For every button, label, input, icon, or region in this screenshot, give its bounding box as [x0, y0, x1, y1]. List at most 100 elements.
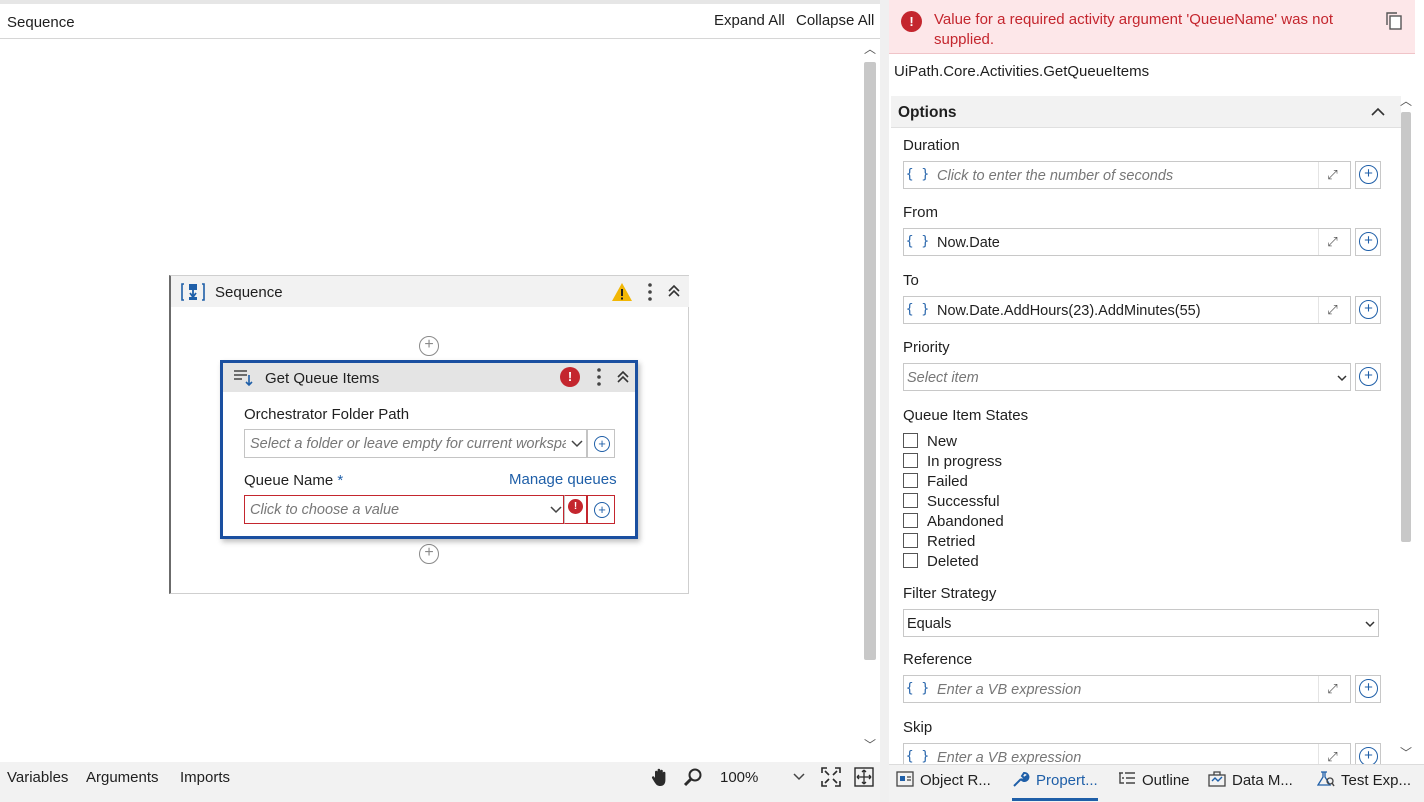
- properties-scrollbar[interactable]: ︿ ﹀: [1399, 92, 1413, 768]
- checkbox[interactable]: [903, 433, 918, 448]
- activity-title: Get Queue Items: [265, 370, 380, 387]
- reference-field[interactable]: { } Enter a VB expression ⤢: [903, 675, 1351, 703]
- checkbox[interactable]: [903, 513, 918, 528]
- breadcrumb[interactable]: Sequence: [7, 14, 75, 31]
- zoom-level[interactable]: 100%: [720, 769, 758, 786]
- options-section-header[interactable]: Options: [891, 96, 1401, 128]
- skip-placeholder: Enter a VB expression: [937, 750, 1082, 764]
- reference-placeholder: Enter a VB expression: [937, 682, 1082, 698]
- collapse-all-button[interactable]: Collapse All: [796, 12, 874, 29]
- collapse-icon[interactable]: [667, 284, 681, 298]
- queue-name-label: Queue Name *: [244, 472, 343, 489]
- skip-field[interactable]: { } Enter a VB expression ⤢: [903, 743, 1351, 764]
- tab-test-explorer[interactable]: Test Exp...: [1317, 771, 1411, 797]
- tab-object-repository[interactable]: Object R...: [896, 771, 991, 797]
- reference-add-button[interactable]: +: [1355, 675, 1381, 703]
- expand-all-button[interactable]: Expand All: [714, 12, 785, 29]
- collapse-icon[interactable]: [616, 370, 630, 384]
- arguments-tab[interactable]: Arguments: [86, 769, 159, 786]
- checkbox[interactable]: [903, 533, 918, 548]
- checkbox[interactable]: [903, 553, 918, 568]
- warning-icon[interactable]: [611, 282, 633, 302]
- from-add-button[interactable]: +: [1355, 228, 1381, 256]
- filter-strategy-select[interactable]: Equals: [903, 609, 1379, 637]
- checkbox[interactable]: [903, 453, 918, 468]
- add-activity-top-icon[interactable]: +: [419, 336, 439, 356]
- error-icon[interactable]: !: [568, 499, 583, 514]
- checkbox-label: Abandoned: [927, 513, 1004, 530]
- expand-editor-icon[interactable]: ⤢: [1318, 229, 1346, 255]
- skip-add-button[interactable]: +: [1355, 743, 1381, 764]
- data-manager-icon: [1208, 771, 1226, 787]
- designer-scrollbar[interactable]: ︿ ﹀: [862, 40, 878, 756]
- to-add-button[interactable]: +: [1355, 296, 1381, 324]
- scroll-thumb[interactable]: [864, 62, 876, 660]
- error-message: Value for a required activity argument '…: [934, 11, 1333, 48]
- scroll-up-icon[interactable]: ︿: [1400, 92, 1412, 109]
- copy-icon[interactable]: [1385, 11, 1403, 31]
- plus-icon: +: [594, 502, 610, 518]
- test-explorer-icon: [1317, 771, 1335, 787]
- options-section-title: Options: [898, 104, 957, 121]
- add-activity-bottom-icon[interactable]: +: [419, 544, 439, 564]
- to-field[interactable]: { } Now.Date.AddHours(23).AddMinutes(55)…: [903, 296, 1351, 324]
- get-queue-items-activity[interactable]: Get Queue Items ! Orchestrator Folder Pa…: [220, 360, 638, 539]
- scroll-down-icon[interactable]: ﹀: [1400, 744, 1412, 761]
- tab-label: Data M...: [1232, 772, 1293, 789]
- expand-editor-icon[interactable]: ⤢: [1318, 676, 1346, 702]
- activity-type-name: UiPath.Core.Activities.GetQueueItems: [894, 63, 1150, 80]
- expand-editor-icon[interactable]: ⤢: [1318, 162, 1346, 188]
- duration-add-button[interactable]: +: [1355, 161, 1381, 189]
- tab-label: Propert...: [1036, 772, 1098, 789]
- scroll-down-icon[interactable]: ﹀: [864, 736, 876, 753]
- variables-tab[interactable]: Variables: [7, 769, 68, 786]
- expand-editor-icon[interactable]: ⤢: [1318, 297, 1346, 323]
- panel-splitter[interactable]: [880, 0, 889, 802]
- folder-path-combobox[interactable]: Select a folder or leave empty for curre…: [244, 429, 587, 458]
- checkbox[interactable]: [903, 473, 918, 488]
- from-field[interactable]: { } Now.Date ⤢: [903, 228, 1351, 256]
- scroll-up-icon[interactable]: ︿: [864, 40, 876, 57]
- chevron-down-icon[interactable]: [793, 773, 805, 781]
- more-options-icon[interactable]: [594, 367, 604, 387]
- error-icon: !: [901, 11, 922, 32]
- chevron-down-icon[interactable]: [550, 506, 562, 514]
- plus-icon: +: [1359, 232, 1378, 251]
- expression-icon: { }: [905, 749, 930, 764]
- sequence-header[interactable]: Sequence: [171, 276, 689, 307]
- manage-queues-link[interactable]: Manage queues: [509, 471, 617, 488]
- activity-header[interactable]: Get Queue Items !: [223, 363, 635, 392]
- queue-items-icon: [234, 370, 253, 387]
- chevron-up-icon[interactable]: [1371, 107, 1385, 116]
- queue-item-states-label: Queue Item States: [903, 407, 1029, 424]
- scroll-thumb[interactable]: [1401, 112, 1411, 542]
- zoom-search-icon[interactable]: [683, 767, 703, 787]
- chevron-down-icon[interactable]: [1365, 621, 1375, 628]
- tab-outline[interactable]: Outline: [1118, 771, 1190, 797]
- more-options-icon[interactable]: [645, 282, 655, 302]
- queue-name-combobox[interactable]: Click to choose a value: [244, 495, 564, 524]
- priority-add-button[interactable]: +: [1355, 363, 1381, 391]
- expand-editor-icon[interactable]: ⤢: [1318, 744, 1346, 764]
- priority-select[interactable]: Select item: [903, 363, 1351, 391]
- fit-to-screen-icon[interactable]: [821, 767, 841, 787]
- queue-name-add-button[interactable]: +: [587, 495, 615, 524]
- checkbox-label: New: [927, 433, 958, 450]
- overview-icon[interactable]: [854, 767, 874, 787]
- folder-path-add-button[interactable]: +: [587, 429, 615, 458]
- error-icon[interactable]: !: [560, 367, 580, 387]
- expression-icon: { }: [905, 302, 930, 317]
- queue-name-error-box: !: [564, 495, 587, 524]
- designer-bottom-bar: Variables Arguments Imports 100%: [0, 762, 880, 792]
- duration-field[interactable]: { } Click to enter the number of seconds…: [903, 161, 1351, 189]
- filter-strategy-label: Filter Strategy: [903, 585, 997, 602]
- hand-pan-icon[interactable]: [650, 767, 670, 787]
- expression-icon: { }: [905, 681, 930, 696]
- tab-data-manager[interactable]: Data M...: [1208, 771, 1293, 797]
- chevron-down-icon[interactable]: [1337, 375, 1347, 382]
- chevron-down-icon[interactable]: [571, 440, 583, 448]
- checkbox[interactable]: [903, 493, 918, 508]
- tab-properties[interactable]: Propert...: [1012, 771, 1098, 801]
- validation-error-banner: ! Value for a required activity argument…: [889, 0, 1415, 54]
- imports-tab[interactable]: Imports: [180, 769, 230, 786]
